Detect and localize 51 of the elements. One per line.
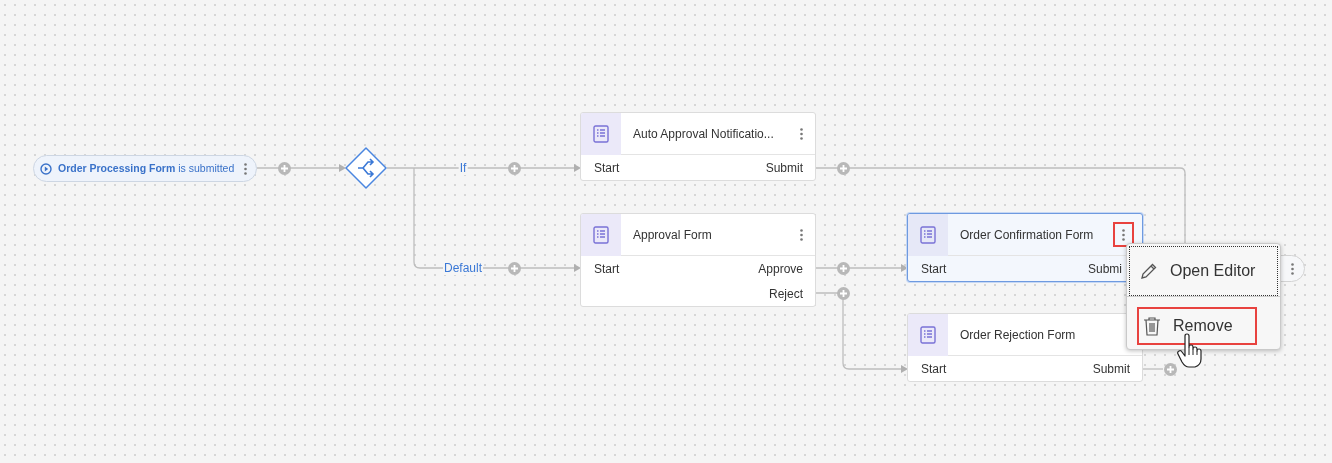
- form-title: Auto Approval Notificatio...: [632, 125, 775, 143]
- input-port-label: Start: [921, 360, 947, 378]
- add-step-button[interactable]: [1163, 362, 1177, 376]
- trigger-node[interactable]: Order Processing Form is submitted: [33, 155, 257, 182]
- pencil-icon: [1140, 262, 1158, 280]
- add-step-button[interactable]: [277, 161, 291, 175]
- menu-item[interactable]: Open Editor: [1129, 246, 1278, 296]
- branch-label: Default: [443, 261, 483, 275]
- form-title: Approval Form: [632, 226, 713, 244]
- connector-line: [1142, 368, 1164, 370]
- form-icon: [581, 214, 621, 256]
- output-port-label: Approve: [758, 260, 803, 278]
- form-title: Order Confirmation Form: [959, 226, 1095, 244]
- input-port-label: Start: [594, 260, 620, 278]
- add-step-button[interactable]: [836, 286, 850, 300]
- form-icon: [581, 113, 621, 155]
- more-icon: [799, 228, 803, 241]
- play-icon: [40, 162, 52, 175]
- plus-icon: [838, 163, 848, 173]
- output-port-label: Reject: [769, 285, 803, 303]
- plus-icon: [1165, 364, 1175, 374]
- more-icon: [243, 162, 247, 175]
- more-icon: [1290, 262, 1294, 275]
- plus-icon: [509, 263, 519, 273]
- form-icon: [908, 314, 948, 356]
- input-port-label: Start: [594, 159, 620, 177]
- form-node[interactable]: Order Rejection Form Start Submit: [907, 313, 1143, 382]
- output-port-label: Submi: [1088, 260, 1122, 278]
- add-step-button[interactable]: [836, 261, 850, 275]
- input-port-label: Start: [921, 260, 947, 278]
- form-node[interactable]: Approval Form Start Approve Reject: [580, 213, 816, 307]
- output-port-label: Submit: [765, 159, 803, 177]
- more-icon: [1122, 228, 1125, 241]
- more-icon: [799, 127, 803, 140]
- trigger-text: Order Processing Form is submitted: [58, 160, 235, 176]
- menu-item[interactable]: Remove: [1137, 307, 1257, 345]
- add-step-button[interactable]: [836, 161, 850, 175]
- form-icon: [908, 214, 948, 256]
- condition-node[interactable]: [345, 147, 387, 189]
- form-title: Order Rejection Form: [959, 326, 1077, 344]
- plus-icon: [279, 163, 289, 173]
- plus-icon: [509, 163, 519, 173]
- plus-icon: [838, 263, 848, 273]
- add-step-button[interactable]: [507, 161, 521, 175]
- output-port-label: Submit: [1092, 360, 1130, 378]
- form-node[interactable]: Auto Approval Notificatio... Start Submit: [580, 112, 816, 181]
- form-node[interactable]: Order Confirmation Form Start Submi: [907, 213, 1143, 282]
- branch-label: If: [458, 161, 468, 175]
- trash-icon: [1143, 316, 1161, 336]
- plus-icon: [838, 288, 848, 298]
- add-step-button[interactable]: [507, 261, 521, 275]
